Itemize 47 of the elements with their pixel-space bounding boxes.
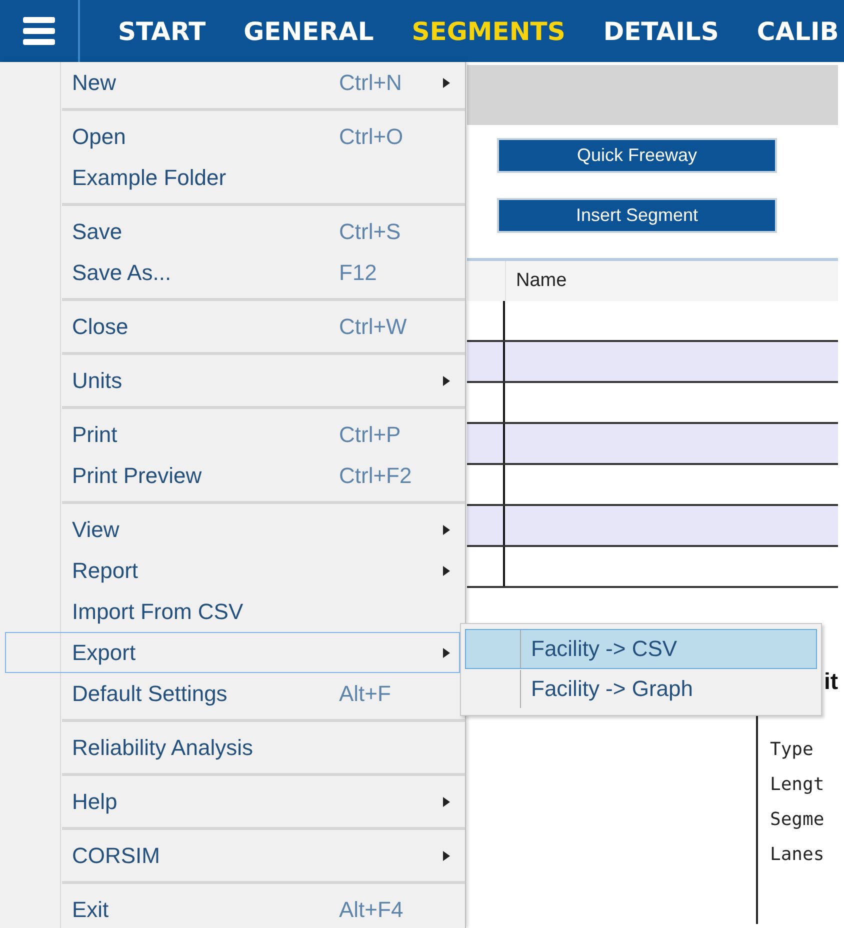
- shortcut-text: Ctrl+N: [339, 70, 402, 96]
- shortcut-text: Ctrl+W: [339, 314, 407, 340]
- menu-icon: [23, 17, 55, 45]
- menu-item[interactable]: Help: [62, 781, 465, 822]
- submenu-arrow-icon: [443, 376, 451, 386]
- shortcut-text: Ctrl+F2: [339, 462, 412, 488]
- submenu-item[interactable]: Facility -> Graph: [465, 669, 817, 709]
- submenu-arrow-icon: [443, 566, 451, 576]
- menu-item[interactable]: Save As... F12: [62, 252, 465, 293]
- menu-item[interactable]: New Ctrl+N: [62, 62, 465, 103]
- menu-item[interactable]: Exit Alt+F4: [62, 889, 465, 928]
- menu-item[interactable]: Import From CSV: [62, 591, 465, 632]
- field-label: Lanes: [770, 844, 826, 865]
- menu-item[interactable]: Reliability Analysis: [62, 727, 465, 768]
- submenu-arrow-icon: [443, 78, 451, 88]
- submenu-arrow-icon: [443, 850, 451, 860]
- submenu-arrow-icon: [443, 524, 451, 534]
- menu-item[interactable]: Print Ctrl+P: [62, 414, 465, 455]
- shortcut-text: Ctrl+O: [339, 124, 404, 150]
- menu-item[interactable]: View: [62, 509, 465, 550]
- nav-tab[interactable]: SEGMENTS: [412, 16, 566, 46]
- shortcut-text: Alt+F: [339, 680, 391, 706]
- menu-item[interactable]: Print Preview Ctrl+F2: [62, 455, 465, 496]
- menu-item[interactable]: Units: [62, 360, 465, 401]
- nav-tab[interactable]: DETAILS: [603, 16, 719, 46]
- shortcut-text: Alt+F4: [339, 896, 404, 922]
- shortcut-text: F12: [339, 260, 377, 286]
- field-label: Type: [770, 739, 814, 760]
- nav-tab[interactable]: GENERAL: [244, 16, 374, 46]
- shortcut-text: Ctrl+P: [339, 422, 401, 448]
- nav-tab[interactable]: START: [118, 16, 206, 46]
- menu-item[interactable]: Example Folder: [62, 157, 465, 198]
- menu-item[interactable]: Report: [62, 550, 465, 591]
- submenu-arrow-icon: [443, 648, 451, 658]
- menu-item[interactable]: Save Ctrl+S: [62, 211, 465, 252]
- submenu-arrow-icon: [443, 796, 451, 806]
- section-heading: it: [824, 668, 838, 695]
- menu-item[interactable]: Open Ctrl+O: [62, 116, 465, 157]
- action-button[interactable]: Quick Freeway: [497, 138, 777, 173]
- field-label: Lengt: [770, 774, 826, 795]
- menu-item[interactable]: Close Ctrl+W: [62, 306, 465, 347]
- nav-tab[interactable]: CALIB: [756, 16, 839, 46]
- submenu-item[interactable]: Facility -> CSV: [465, 629, 817, 669]
- shortcut-text: Ctrl+S: [339, 218, 401, 244]
- menu-item[interactable]: CORSIM: [62, 835, 465, 876]
- action-button[interactable]: Insert Segment: [497, 198, 777, 233]
- field-label: Segme: [770, 809, 826, 830]
